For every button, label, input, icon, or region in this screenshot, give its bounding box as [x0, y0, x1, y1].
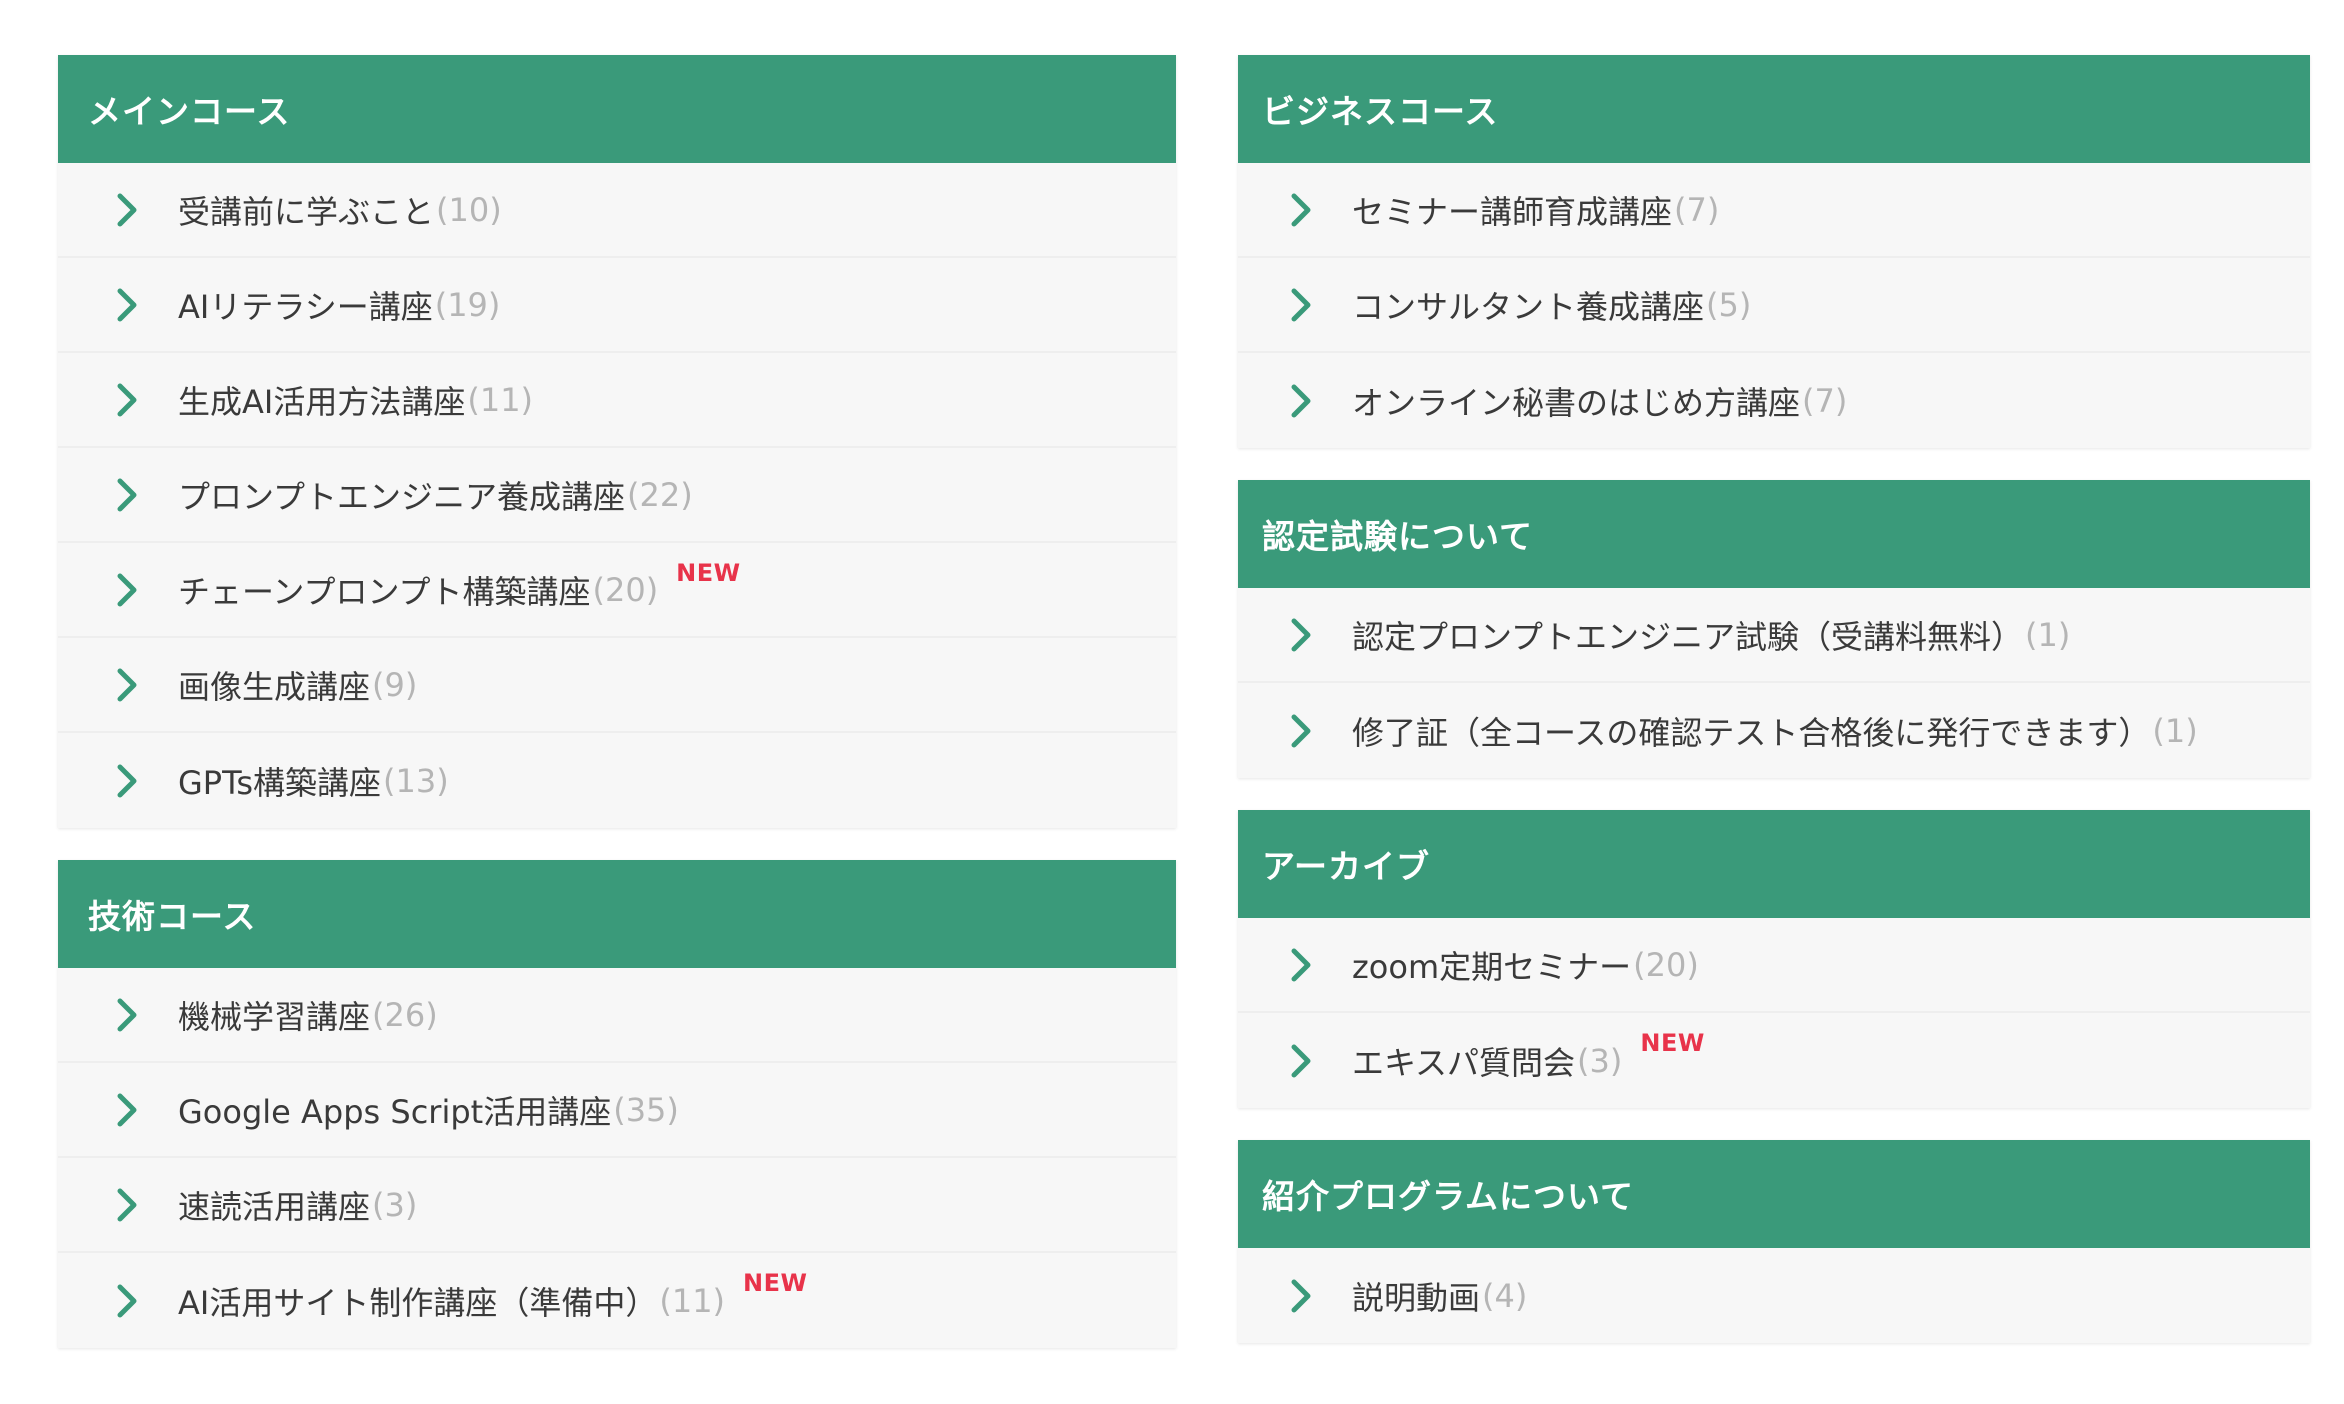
tech-course-section: 技術コース 機械学習講座 (26) Google Apps Script活用講座 (3…: [58, 860, 1176, 1348]
chevron-right-icon: [106, 285, 146, 325]
chevron-right-icon: [106, 475, 146, 515]
course-count: (13): [383, 761, 449, 800]
course-label: 画像生成講座: [178, 667, 371, 706]
course-list-item[interactable]: 機械学習講座 (26): [58, 968, 1176, 1063]
right-column: ビジネスコース セミナー講師育成講座 (7) コンサルタント養成講座 (5) オンライン…: [1238, 55, 2310, 1343]
archive-section: アーカイブ zoom定期セミナー (20) エキスパ質問会 (3) NEW: [1238, 810, 2310, 1108]
chevron-right-icon: [106, 665, 146, 705]
course-label: セミナー講師育成講座: [1352, 192, 1673, 231]
course-count: (20): [592, 570, 659, 609]
new-badge: NEW: [1640, 1029, 1705, 1057]
section-header-archive: アーカイブ: [1238, 810, 2310, 918]
course-list-item[interactable]: 画像生成講座 (9): [58, 638, 1176, 733]
course-label: 機械学習講座: [178, 997, 371, 1036]
chevron-right-icon: [1280, 190, 1320, 230]
chevron-right-icon: [1280, 945, 1320, 985]
course-list-item[interactable]: 修了証（全コースの確認テスト合格後に発行できます） (1): [1238, 683, 2310, 778]
business-course-section: ビジネスコース セミナー講師育成講座 (7) コンサルタント養成講座 (5) オンライン…: [1238, 55, 2310, 448]
course-list: 認定プロンプトエンジニア試験（受講料無料） (1) 修了証（全コースの確認テスト合格…: [1238, 588, 2310, 778]
chevron-right-icon: [106, 995, 146, 1035]
course-count: (5): [1706, 285, 1752, 324]
course-count: (26): [372, 995, 438, 1034]
course-count: (3): [1577, 1041, 1623, 1080]
course-count: (20): [1633, 945, 1699, 984]
course-label: 生成AI活用方法講座: [178, 382, 466, 421]
section-header-referral: 紹介プログラムについて: [1238, 1140, 2310, 1248]
course-label: 速読活用講座: [178, 1187, 371, 1226]
course-count: (1): [2025, 615, 2071, 654]
course-count: (1): [2152, 711, 2198, 750]
new-badge: NEW: [676, 559, 741, 587]
course-list: 受講前に学ぶこと (10) AIリテラシー講座 (19) 生成AI活用方法講座 (11) プ…: [58, 163, 1176, 828]
course-count: (4): [1482, 1276, 1528, 1315]
section-header-main-course: メインコース: [58, 55, 1176, 163]
course-label: エキスパ質問会: [1352, 1043, 1576, 1082]
chevron-right-icon: [1280, 285, 1320, 325]
chevron-right-icon: [106, 570, 146, 610]
chevron-right-icon: [106, 761, 146, 801]
course-label: AI活用サイト制作講座（準備中）: [178, 1283, 658, 1322]
course-list: zoom定期セミナー (20) エキスパ質問会 (3) NEW: [1238, 918, 2310, 1108]
section-header-certification: 認定試験について: [1238, 480, 2310, 588]
chevron-right-icon: [1280, 615, 1320, 655]
course-count: (9): [372, 665, 418, 704]
chevron-right-icon: [106, 1281, 146, 1321]
course-count: (10): [436, 190, 502, 229]
course-list: セミナー講師育成講座 (7) コンサルタント養成講座 (5) オンライン秘書のはじめ方講…: [1238, 163, 2310, 448]
course-list-item[interactable]: コンサルタント養成講座 (5): [1238, 258, 2310, 353]
course-label: オンライン秘書のはじめ方講座: [1352, 383, 1801, 422]
main-course-section: メインコース 受講前に学ぶこと (10) AIリテラシー講座 (19) 生成AI活用方法…: [58, 55, 1176, 828]
chevron-right-icon: [1280, 711, 1320, 751]
course-list-item[interactable]: Google Apps Script活用講座 (35): [58, 1063, 1176, 1158]
course-count: (11): [659, 1281, 726, 1320]
course-label: コンサルタント養成講座: [1352, 287, 1705, 326]
course-list: 機械学習講座 (26) Google Apps Script活用講座 (35) 速読活用…: [58, 968, 1176, 1348]
course-label: 認定プロンプトエンジニア試験（受講料無料）: [1352, 617, 2024, 656]
section-header-business-course: ビジネスコース: [1238, 55, 2310, 163]
course-label: 説明動画: [1352, 1278, 1481, 1317]
course-label: 受講前に学ぶこと: [178, 192, 435, 231]
chevron-right-icon: [1280, 381, 1320, 421]
course-label: AIリテラシー講座: [178, 287, 433, 326]
section-header-tech-course: 技術コース: [58, 860, 1176, 968]
chevron-right-icon: [106, 1185, 146, 1225]
course-label: zoom定期セミナー: [1352, 947, 1632, 986]
left-column: メインコース 受講前に学ぶこと (10) AIリテラシー講座 (19) 生成AI活用方法…: [58, 55, 1176, 1348]
course-label: チェーンプロンプト構築講座: [178, 572, 591, 611]
chevron-right-icon: [1280, 1041, 1320, 1081]
course-list-item[interactable]: 受講前に学ぶこと (10): [58, 163, 1176, 258]
course-list-item[interactable]: チェーンプロンプト構築講座 (20) NEW: [58, 543, 1176, 638]
course-list-item[interactable]: 説明動画 (4): [1238, 1248, 2310, 1343]
course-list-item[interactable]: 生成AI活用方法講座 (11): [58, 353, 1176, 448]
course-list-item[interactable]: AI活用サイト制作講座（準備中） (11) NEW: [58, 1253, 1176, 1348]
course-count: (7): [1674, 190, 1720, 229]
course-list-item[interactable]: セミナー講師育成講座 (7): [1238, 163, 2310, 258]
course-count: (7): [1802, 381, 1848, 420]
chevron-right-icon: [106, 190, 146, 230]
course-count: (22): [627, 475, 693, 514]
certification-section: 認定試験について 認定プロンプトエンジニア試験（受講料無料） (1) 修了証（全コー…: [1238, 480, 2310, 778]
course-list: 説明動画 (4): [1238, 1248, 2310, 1343]
course-count: (35): [613, 1090, 679, 1129]
new-badge: NEW: [743, 1269, 808, 1297]
course-count: (11): [467, 380, 534, 419]
chevron-right-icon: [1280, 1276, 1320, 1316]
course-list-item[interactable]: AIリテラシー講座 (19): [58, 258, 1176, 353]
course-label: プロンプトエンジニア養成講座: [178, 477, 626, 516]
course-count: (3): [372, 1185, 418, 1224]
chevron-right-icon: [106, 380, 146, 420]
course-list-item[interactable]: エキスパ質問会 (3) NEW: [1238, 1013, 2310, 1108]
course-list-item[interactable]: オンライン秘書のはじめ方講座 (7): [1238, 353, 2310, 448]
course-label: Google Apps Script活用講座: [178, 1092, 612, 1131]
course-count: (19): [434, 285, 501, 324]
course-label: 修了証（全コースの確認テスト合格後に発行できます）: [1352, 713, 2151, 752]
course-list-item[interactable]: 認定プロンプトエンジニア試験（受講料無料） (1): [1238, 588, 2310, 683]
course-list-item[interactable]: zoom定期セミナー (20): [1238, 918, 2310, 1013]
course-list-item[interactable]: 速読活用講座 (3): [58, 1158, 1176, 1253]
referral-section: 紹介プログラムについて 説明動画 (4): [1238, 1140, 2310, 1343]
chevron-right-icon: [106, 1090, 146, 1130]
course-list-item[interactable]: GPTs構築講座 (13): [58, 733, 1176, 828]
course-label: GPTs構築講座: [178, 763, 382, 802]
course-list-item[interactable]: プロンプトエンジニア養成講座 (22): [58, 448, 1176, 543]
